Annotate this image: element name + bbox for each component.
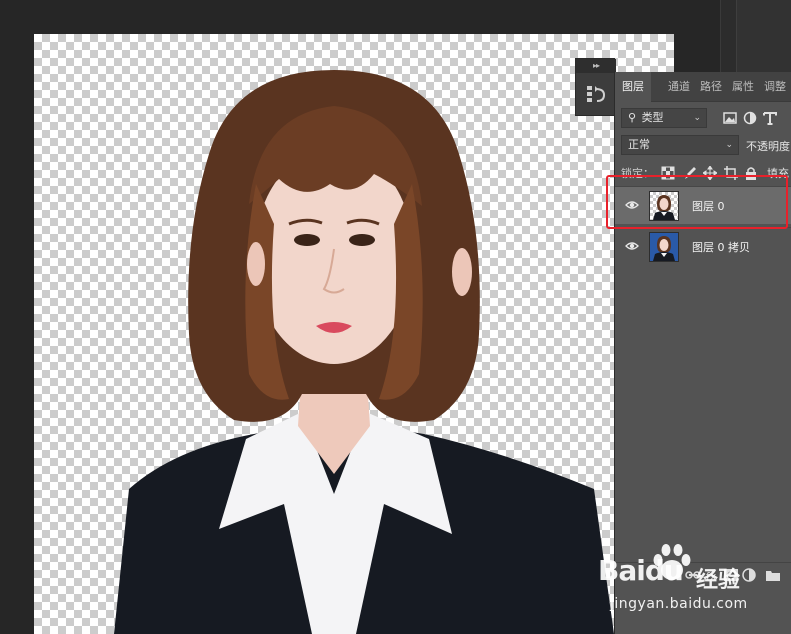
- layer-row-1[interactable]: 图层 0 拷贝: [615, 227, 791, 265]
- filter-kind-dropdown[interactable]: ⚲ 类型 ⌄: [621, 108, 707, 128]
- search-icon: ⚲: [628, 111, 637, 124]
- document-canvas[interactable]: [34, 34, 674, 634]
- watermark-product: 经验: [696, 568, 741, 593]
- selected-layer-highlight: [606, 175, 788, 229]
- adjustment-filter-icon[interactable]: [741, 108, 759, 128]
- tab-channels[interactable]: 通道: [668, 72, 690, 102]
- thumbnail-portrait: [653, 236, 675, 261]
- blend-row: 正常 ⌄ 不透明度: [615, 135, 791, 157]
- portrait-image: [114, 70, 614, 634]
- portrait-eye-right: [349, 234, 375, 246]
- paw-icon: [653, 544, 691, 580]
- collapsed-panel-strip[interactable]: ▸▸: [575, 58, 616, 116]
- layer-name[interactable]: 图层 0 拷贝: [692, 239, 750, 255]
- chevron-down-icon: ⌄: [693, 113, 701, 123]
- portrait-eye-left: [294, 234, 320, 246]
- type-filter-icon[interactable]: [761, 108, 779, 128]
- filter-kind-label: 类型: [641, 111, 664, 124]
- baidu-watermark: Baidu 经验 jingyan.baidu.com: [598, 544, 791, 618]
- tab-adjustments[interactable]: 调整: [764, 72, 786, 102]
- chevron-down-icon: ⌄: [725, 140, 733, 150]
- tab-properties[interactable]: 属性: [732, 72, 754, 102]
- panel-tabbar: 图层 通道 路径 属性 调整: [615, 72, 791, 102]
- watermark-url: jingyan.baidu.com: [610, 596, 748, 612]
- opacity-label: 不透明度: [746, 140, 790, 153]
- history-icon[interactable]: [585, 83, 607, 105]
- image-filter-icon[interactable]: [721, 108, 739, 128]
- layer-filter-row: ⚲ 类型 ⌄: [615, 108, 791, 130]
- tab-layers[interactable]: 图层: [615, 72, 651, 102]
- layer-thumbnail: [649, 232, 679, 262]
- tab-paths[interactable]: 路径: [700, 72, 722, 102]
- visibility-eye-icon[interactable]: [625, 239, 639, 253]
- expand-panels-icon[interactable]: ▸▸: [576, 59, 616, 73]
- blend-mode-dropdown[interactable]: 正常 ⌄: [621, 135, 739, 155]
- blend-mode-label: 正常: [628, 138, 650, 151]
